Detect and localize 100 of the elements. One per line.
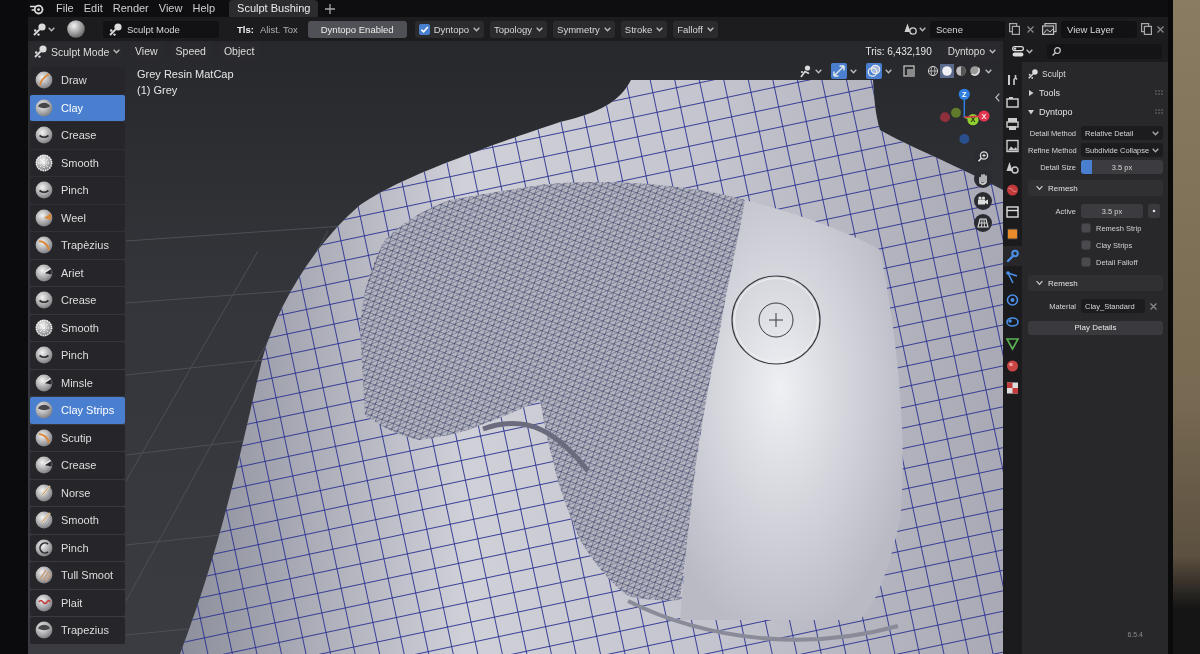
overlap-circles-icon[interactable] — [866, 63, 882, 79]
caret-icon[interactable] — [706, 26, 714, 32]
brush-icon[interactable] — [35, 621, 53, 640]
menu-item[interactable]: File — [51, 1, 79, 16]
panel-button[interactable]: Play Details — [1028, 321, 1163, 335]
brush-icon[interactable] — [35, 401, 53, 420]
checkbox[interactable] — [1081, 240, 1091, 250]
search-icon[interactable] — [1052, 47, 1061, 56]
caret-icon[interactable] — [1152, 147, 1159, 153]
tool-item[interactable]: Tull Smoot — [30, 562, 125, 589]
caret-icon[interactable] — [815, 68, 822, 74]
close-icon[interactable] — [1027, 25, 1034, 33]
tool-item[interactable]: Ariet — [30, 259, 125, 286]
caret-icon[interactable] — [113, 49, 121, 54]
caret-icon[interactable] — [1026, 49, 1033, 54]
chevron-icon[interactable] — [1036, 280, 1043, 286]
caret-icon[interactable] — [989, 49, 996, 54]
figure-icon[interactable] — [800, 64, 812, 78]
tool-item[interactable]: Crease — [30, 287, 125, 314]
sculpt-brush-icon[interactable] — [1028, 69, 1038, 79]
checkbox[interactable] — [1081, 223, 1091, 233]
panel-header[interactable]: Tools — [1028, 85, 1163, 100]
brush-icon[interactable] — [35, 318, 53, 337]
brush-icon[interactable] — [35, 593, 53, 612]
scene-field[interactable]: Scene — [930, 20, 1005, 38]
disclosure-triangle-icon[interactable] — [1028, 89, 1034, 96]
tool-item[interactable]: Trapezius — [30, 617, 125, 644]
subpanel-header[interactable]: Remesh — [1028, 275, 1163, 291]
search-field[interactable] — [1047, 44, 1162, 59]
workspace-tab[interactable]: Sculpt Bushing — [229, 0, 319, 17]
tool-item[interactable]: Pinch — [30, 342, 125, 369]
tool-item[interactable]: Clay — [30, 94, 125, 121]
menu-item[interactable]: Render — [107, 1, 154, 16]
close-icon[interactable] — [1150, 302, 1157, 310]
view-layer-field[interactable]: View Layer — [1061, 20, 1137, 38]
arrows-icon[interactable] — [831, 63, 847, 79]
dropdown[interactable]: Stroke — [620, 20, 668, 38]
tool-item[interactable]: Weel — [30, 204, 125, 231]
tool-item[interactable]: Scutip — [30, 424, 125, 451]
tool-item[interactable]: Crease — [30, 122, 125, 149]
axis-handle[interactable] — [959, 134, 970, 144]
brush-icon[interactable] — [35, 538, 53, 557]
tool-item[interactable]: Trapèzius — [30, 232, 125, 259]
copy-icon[interactable] — [1141, 23, 1152, 35]
sculpt-brush-icon[interactable] — [109, 22, 122, 36]
caret-icon[interactable] — [48, 26, 55, 32]
checkbox[interactable] — [1081, 257, 1091, 267]
sculpt-brush-icon[interactable] — [33, 22, 46, 36]
dropdown[interactable]: Falloff — [673, 20, 718, 38]
scene-icon[interactable] — [904, 23, 917, 35]
menu-item[interactable]: View — [153, 1, 188, 16]
subpanel-header[interactable]: Remesh — [1028, 180, 1163, 196]
brush-icon[interactable] — [35, 566, 53, 585]
sculpt-brush-icon[interactable] — [34, 45, 47, 58]
app-logo-icon[interactable] — [30, 2, 44, 15]
brush-icon[interactable] — [35, 98, 53, 117]
dropdown[interactable]: Topology — [490, 20, 548, 38]
caret-icon[interactable] — [885, 68, 892, 74]
caret-icon[interactable] — [473, 26, 480, 32]
brush-icon[interactable] — [35, 236, 53, 255]
tool-item[interactable]: Pinch — [30, 177, 125, 204]
brush-icon[interactable] — [35, 181, 53, 200]
drag-handle-icon[interactable] — [1155, 109, 1163, 114]
menu-item[interactable]: Edit — [78, 1, 108, 16]
dyntopo-button[interactable]: Dyntopo Enabled — [307, 20, 407, 38]
brush-icon[interactable] — [35, 456, 53, 475]
grid-icon[interactable] — [974, 214, 992, 232]
close-icon[interactable] — [1157, 25, 1164, 33]
tool-item[interactable]: Smooth — [30, 507, 125, 534]
brush-icon[interactable] — [35, 346, 53, 365]
plus-icon[interactable] — [325, 3, 336, 14]
tool-item[interactable]: Smooth — [30, 149, 125, 176]
axis-handle[interactable] — [951, 107, 961, 118]
checkbox[interactable] — [418, 23, 430, 35]
material-sphere-icon[interactable] — [954, 64, 968, 78]
disclosure-triangle-icon[interactable] — [1028, 108, 1034, 115]
brush-icon[interactable] — [35, 511, 53, 530]
dyntopo-dropdown[interactable]: Dyntopo — [414, 20, 484, 38]
caret-icon[interactable] — [603, 26, 611, 32]
matcap-sphere-icon[interactable] — [67, 20, 85, 38]
wrench-icon[interactable] — [1003, 246, 1022, 266]
drag-handle-icon[interactable] — [1155, 90, 1163, 95]
tool-item[interactable]: Pinch — [30, 534, 125, 561]
rendered-sphere-icon[interactable] — [968, 64, 982, 78]
chevron-icon[interactable] — [1036, 185, 1043, 191]
brush-icon[interactable] — [35, 263, 53, 282]
xray-icon[interactable] — [901, 63, 917, 79]
axis-handle[interactable] — [940, 112, 950, 123]
tool-item[interactable]: Smooth — [30, 314, 125, 341]
chevron-left-icon[interactable] — [995, 93, 1000, 102]
copy-icon[interactable] — [1009, 23, 1020, 35]
brush-icon[interactable] — [35, 71, 53, 90]
brush-icon[interactable] — [35, 153, 53, 172]
tool-item[interactable]: Plait — [30, 589, 125, 616]
panel-header[interactable]: Dyntopo — [1028, 104, 1163, 119]
solid-sphere-icon[interactable] — [940, 64, 954, 78]
brush-icon[interactable] — [35, 208, 53, 227]
dropdown[interactable]: Symmetry — [553, 20, 615, 38]
caret-icon[interactable] — [985, 68, 992, 74]
caret-icon[interactable] — [1152, 130, 1159, 136]
